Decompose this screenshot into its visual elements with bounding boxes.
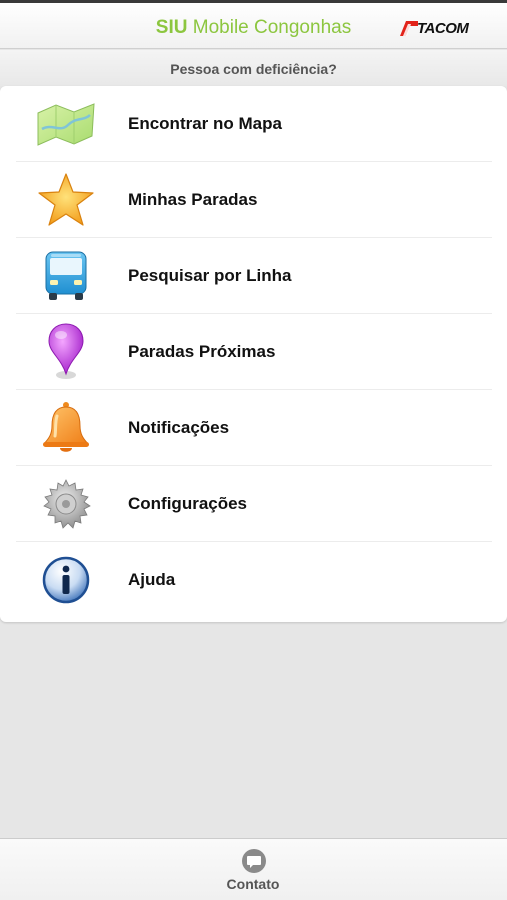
- app-title-name: Mobile Congonhas: [187, 17, 352, 38]
- app-title-brand: SIU: [155, 17, 188, 38]
- accessibility-link[interactable]: Pessoa com deficiência?: [0, 50, 507, 86]
- info-icon: [34, 548, 98, 612]
- menu-item-label: Notificações: [128, 417, 230, 437]
- app-header: SIU Mobile Congonhas TACOM: [0, 3, 507, 49]
- menu-item-label: Configurações: [128, 493, 248, 513]
- bus-icon: [34, 244, 98, 308]
- accessibility-link-label: Pessoa com deficiência?: [170, 61, 337, 77]
- tacom-logo-text: TACOM: [417, 19, 469, 37]
- gear-icon: [34, 472, 98, 536]
- menu-item-settings[interactable]: Configurações: [16, 466, 492, 542]
- menu-item-notifications[interactable]: Notificações: [16, 390, 492, 466]
- main-menu: Encontrar no Mapa Minhas Paradas Pesquis…: [0, 86, 507, 622]
- menu-item-my-stops[interactable]: Minhas Paradas: [16, 162, 492, 238]
- contact-label: Contato: [226, 876, 280, 892]
- map-icon: [34, 92, 98, 156]
- menu-item-nearby-stops[interactable]: Paradas Próximas: [16, 314, 492, 390]
- menu-item-label: Ajuda: [128, 570, 176, 589]
- menu-item-help[interactable]: Ajuda: [16, 542, 492, 618]
- menu-item-label: Encontrar no Mapa: [128, 113, 282, 133]
- bell-icon: [34, 396, 98, 460]
- menu-item-search-by-line[interactable]: Pesquisar por Linha: [16, 238, 492, 314]
- menu-item-label: Pesquisar por Linha: [128, 265, 292, 285]
- tacom-logo-mark-icon: [400, 21, 418, 36]
- chat-bubble-icon: [242, 849, 266, 873]
- menu-item-label: Minhas Paradas: [128, 189, 258, 209]
- tacom-logo: TACOM: [399, 17, 481, 39]
- location-pin-icon: [34, 320, 98, 384]
- footer-bar: Contato: [0, 838, 507, 900]
- menu-item-label: Paradas Próximas: [128, 341, 276, 361]
- star-icon: [34, 168, 98, 232]
- menu-item-find-on-map[interactable]: Encontrar no Mapa: [16, 86, 492, 162]
- contact-button[interactable]: Contato: [203, 845, 303, 895]
